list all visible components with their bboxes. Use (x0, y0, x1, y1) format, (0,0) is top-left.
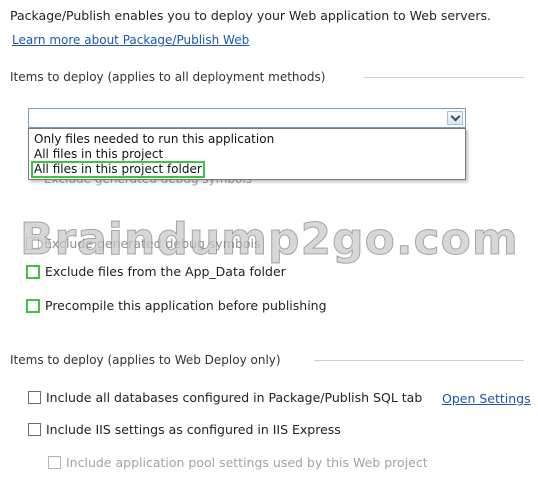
package-publish-panel: Package/Publish enables you to deploy yo… (4, 0, 534, 480)
exclude-app-data-row[interactable]: Exclude files from the App_Data folder (26, 264, 286, 279)
dropdown-arrow-button[interactable] (447, 111, 463, 125)
section-header-all-methods: Items to deploy (applies to all deployme… (10, 70, 326, 84)
checkbox[interactable] (26, 264, 40, 279)
checkbox[interactable] (28, 391, 41, 404)
exclude-app-data-label: Exclude files from the App_Data folder (45, 264, 286, 279)
option-only-files-needed[interactable]: Only files needed to run this applicatio… (32, 132, 276, 147)
checkbox[interactable] (28, 423, 41, 436)
precompile-label: Precompile this application before publi… (45, 298, 327, 313)
include-app-pool-row: Include application pool settings used b… (48, 455, 428, 470)
include-iis-settings-label: Include IIS settings as configured in II… (46, 422, 341, 437)
checkbox (48, 456, 61, 469)
checkbox[interactable] (26, 298, 40, 313)
intro-text: Package/Publish enables you to deploy yo… (10, 8, 491, 23)
chevron-down-icon (450, 111, 460, 122)
open-settings-link[interactable]: Open Settings (442, 391, 531, 406)
option-all-files-in-project-folder[interactable]: All files in this project folder (31, 161, 205, 178)
include-iis-settings-row[interactable]: Include IIS settings as configured in II… (28, 422, 341, 437)
option-all-files-in-project[interactable]: All files in this project (32, 147, 165, 162)
section-header-web-deploy: Items to deploy (applies to Web Deploy o… (10, 353, 281, 367)
include-databases-label: Include all databases configured in Pack… (46, 390, 423, 405)
items-to-deploy-dropdown-list: Only files needed to run this applicatio… (28, 128, 466, 180)
section-divider (364, 77, 524, 78)
watermark: Braindump2go.com (20, 214, 519, 266)
include-databases-row[interactable]: Include all databases configured in Pack… (28, 390, 422, 405)
precompile-row[interactable]: Precompile this application before publi… (26, 298, 327, 313)
section-divider (314, 360, 524, 361)
items-to-deploy-combobox[interactable] (28, 108, 466, 128)
learn-more-link[interactable]: Learn more about Package/Publish Web (12, 33, 249, 47)
include-app-pool-label: Include application pool settings used b… (66, 455, 428, 470)
